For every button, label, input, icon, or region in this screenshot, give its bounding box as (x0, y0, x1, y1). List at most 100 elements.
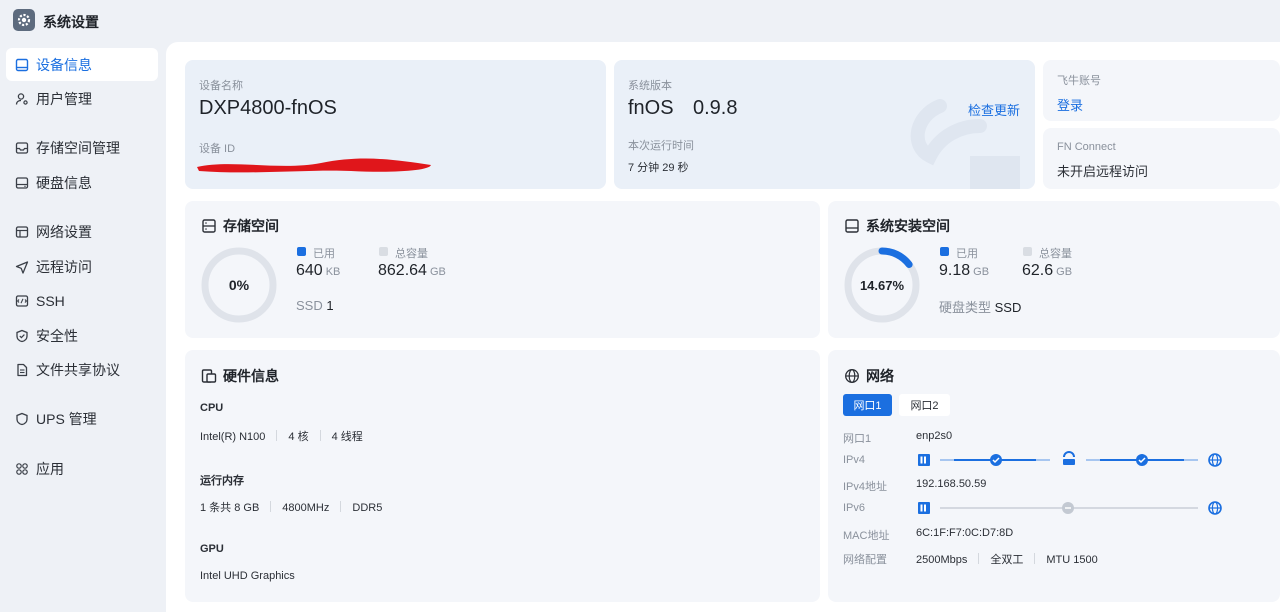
uptime-value: 7 分钟 29 秒 (628, 162, 689, 174)
login-link[interactable]: 登录 (1057, 95, 1083, 114)
device-id-redaction (197, 158, 431, 173)
hardware-title-text: 硬件信息 (223, 368, 279, 384)
sidebar-item-label: UPS 管理 (36, 410, 97, 427)
storage-percent: 0% (229, 277, 250, 293)
globe-icon (845, 369, 859, 383)
tab-port-2[interactable]: 网口2 (899, 394, 950, 416)
sidebar-item-remote-access[interactable]: 远程访问 (6, 250, 158, 283)
sidebar-item-label: 用户管理 (36, 90, 92, 107)
shield-icon (15, 329, 29, 343)
hardware-card: 硬件信息 CPU Intel(R) N100 4 核4 线程 运行内存 1 条共 … (185, 350, 820, 602)
system-version-label: 系统版本 (628, 80, 672, 92)
sidebar-item-storage[interactable]: 存储空间管理 (6, 131, 158, 164)
gear-icon (13, 9, 35, 31)
used-legend-swatch (940, 247, 949, 256)
ipv6-connection-diagram (918, 501, 1222, 515)
sidebar-item-label: 硬盘信息 (36, 174, 92, 191)
fn-connect-status: 未开启远程访问 (1057, 164, 1149, 179)
storage-usage-ring: 0% (201, 247, 277, 323)
apps-icon (15, 462, 29, 476)
sidebar-item-disks[interactable]: 硬盘信息 (6, 166, 158, 199)
system-version-card: 系统版本 fnOS 0.9.8 检查更新 本次运行时间 7 分钟 29 秒 (614, 60, 1035, 189)
sidebar-item-label: SSH (36, 292, 65, 309)
mac-label: MAC地址 (843, 530, 890, 542)
sidebar-item-device-info[interactable]: 设备信息 (6, 48, 158, 81)
file-icon (15, 363, 29, 377)
system-disk-card: 系统安装空间 14.67% 已用 9.18 GB 总容量 62.6 GB 硬盘类型 … (828, 201, 1280, 338)
sidebar-item-label: 安全性 (36, 327, 78, 344)
account-card: 飞牛账号 登录 (1043, 60, 1280, 121)
device-name: DXP4800-fnOS (199, 97, 337, 119)
storage-total-value: 862.64 GB (378, 262, 446, 279)
sidebar-item-file-sharing[interactable]: 文件共享协议 (6, 353, 158, 386)
total-legend-swatch (1023, 247, 1032, 256)
system-disk-used-value: 9.18 GB (939, 262, 990, 279)
sidebar: 设备信息 用户管理 存储空间管理 硬盘信息 网络设置 远程访问 SSH 安全性 … (0, 42, 166, 612)
storage-title-text: 存储空间 (223, 218, 279, 234)
sidebar-item-label: 应用 (36, 460, 64, 477)
sidebar-item-ssh[interactable]: SSH (6, 284, 158, 317)
system-disk-percent: 14.67% (860, 278, 905, 293)
router-icon (1063, 451, 1075, 458)
memory-details: 1 条共 8 GB 4800MHz DDR5 (200, 501, 383, 514)
network-title-text: 网络 (866, 368, 894, 384)
device-name-label: 设备名称 (199, 80, 243, 92)
send-icon (15, 260, 29, 274)
sidebar-item-label: 设备信息 (36, 56, 92, 73)
os-name: fnOS (628, 97, 674, 119)
system-disk-total-value: 62.6 GB (1022, 262, 1073, 279)
sidebar-item-label: 远程访问 (36, 258, 92, 275)
sidebar-item-users[interactable]: 用户管理 (6, 82, 158, 115)
cpu-label: CPU (200, 402, 224, 414)
used-label: 已用 (313, 248, 335, 260)
sidebar-item-security[interactable]: 安全性 (6, 319, 158, 352)
sidebar-item-label: 文件共享协议 (36, 361, 120, 378)
check-update-link[interactable]: 检查更新 (968, 100, 1020, 119)
tab-port-1[interactable]: 网口1 (843, 394, 892, 416)
mac-address: 6C:1F:F7:0C:D7:8D (916, 527, 1014, 539)
sidebar-item-label: 网络设置 (36, 223, 92, 240)
storage-title: 存储空间 (201, 216, 279, 236)
hardware-title: 硬件信息 (201, 366, 279, 386)
total-label: 总容量 (395, 248, 428, 260)
ssd-count: SSD 1 (296, 298, 334, 313)
disk-icon (15, 176, 29, 190)
device-card: 设备名称 DXP4800-fnOS 设备 ID (185, 60, 606, 189)
network-icon (15, 225, 29, 239)
ups-icon (15, 412, 29, 426)
used-label: 已用 (956, 248, 978, 260)
user-icon (15, 92, 29, 106)
system-disk-title: 系统安装空间 (844, 216, 950, 236)
storage-icon (15, 141, 29, 155)
monitor-icon (15, 58, 29, 72)
ipv4-address: 192.168.50.59 (916, 478, 987, 490)
ipv4-connection-diagram (918, 451, 1222, 467)
os-version: 0.9.8 (693, 97, 738, 119)
hardware-icon (201, 369, 217, 383)
port-value: enp2s0 (916, 430, 953, 442)
ipv4-label: IPv4 (843, 454, 866, 466)
cpu-details: Intel(R) N100 4 核4 线程 (200, 430, 363, 443)
ipv4-address-label: IPv4地址 (843, 481, 888, 493)
total-legend-swatch (379, 247, 388, 256)
system-disk-title-text: 系统安装空间 (866, 218, 950, 234)
sidebar-item-ups[interactable]: UPS 管理 (6, 402, 158, 435)
sidebar-item-apps[interactable]: 应用 (6, 452, 158, 485)
fn-connect-label: FN Connect (1057, 141, 1116, 153)
terminal-icon (15, 294, 29, 308)
title-bar: 系统设置 (0, 0, 1280, 42)
network-config-label: 网络配置 (843, 554, 887, 566)
used-legend-swatch (297, 247, 306, 256)
total-label: 总容量 (1039, 248, 1072, 260)
main-panel: 设备名称 DXP4800-fnOS 设备 ID 系统版本 fnOS 0.9.8 … (166, 42, 1280, 612)
port-label: 网口1 (843, 433, 872, 445)
memory-label: 运行内存 (200, 475, 244, 487)
sidebar-item-label: 存储空间管理 (36, 139, 120, 156)
account-label: 飞牛账号 (1057, 75, 1101, 87)
disk-icon (845, 219, 859, 233)
app-title: 系统设置 (43, 14, 99, 30)
network-title: 网络 (844, 366, 894, 386)
ipv6-label: IPv6 (843, 502, 866, 514)
sidebar-item-network[interactable]: 网络设置 (6, 215, 158, 248)
storage-used-value: 640 KB (296, 262, 341, 279)
